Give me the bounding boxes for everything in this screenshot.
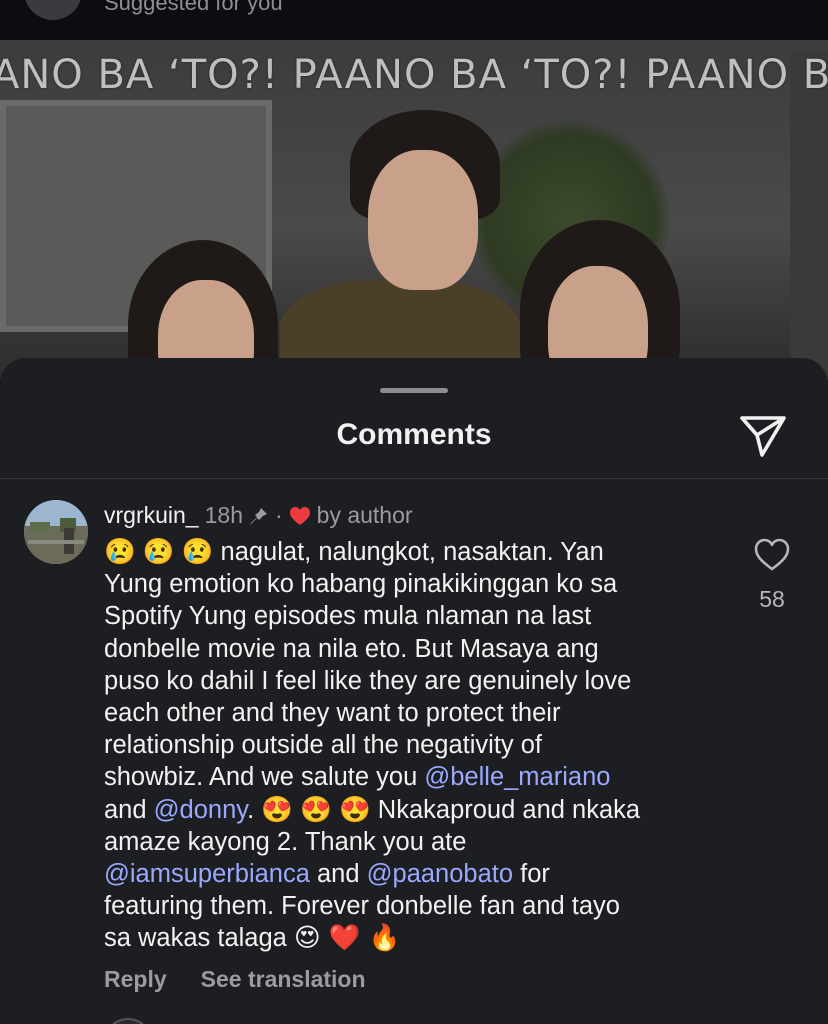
header-divider bbox=[0, 478, 828, 479]
comment-line: showbiz. And we salute you @belle_marian… bbox=[104, 763, 611, 792]
liked-by-author-label: by author bbox=[316, 502, 413, 528]
suggested-label: Suggested for you bbox=[104, 0, 283, 15]
mention-donny[interactable]: @donny bbox=[154, 796, 247, 824]
comment-line: puso ko dahil I feel like they are genui… bbox=[104, 666, 632, 695]
pin-icon bbox=[249, 506, 269, 526]
sheet-drag-handle[interactable] bbox=[380, 388, 448, 393]
mention-paanobato[interactable]: @paanobato bbox=[367, 860, 513, 888]
suggested-strip: Suggested for you bbox=[0, 0, 828, 40]
instagram-reel-comments-screen: Suggested for you ANO BA ‘TO?! PAANO BA … bbox=[0, 0, 828, 1024]
comment-time: 18h bbox=[204, 502, 243, 528]
suggested-avatar[interactable] bbox=[24, 0, 82, 20]
comment-line: each other and they want to protect thei… bbox=[104, 698, 561, 727]
comment-line: featuring them. Forever donbelle fan and… bbox=[104, 892, 620, 921]
comment-actions: Reply See translation bbox=[104, 966, 366, 993]
video-person-right bbox=[520, 220, 690, 380]
comment-line: amaze kayong 2. Thank you ate bbox=[104, 827, 467, 856]
comment-line: Yung emotion ko habang pinakikinggan ko … bbox=[104, 570, 618, 599]
comment-text: 😢 😢 😢 nagulat, nalungkot, nasaktan. Yan … bbox=[104, 536, 724, 954]
comment-line: donbelle movie na nila eto. But Masaya a… bbox=[104, 634, 599, 663]
comment-line: and @donny. 😍 😍 😍 Nkakaproud and nkaka bbox=[104, 795, 641, 824]
see-translation-button[interactable]: See translation bbox=[201, 966, 366, 993]
liked-by-author-heart-icon bbox=[289, 506, 311, 526]
comment-line: relationship outside all the negativity … bbox=[104, 731, 543, 760]
send-icon[interactable] bbox=[738, 413, 788, 459]
like-count: 58 bbox=[759, 586, 785, 612]
video-person-center bbox=[280, 110, 530, 380]
avatar[interactable] bbox=[24, 500, 88, 564]
video-background-panel bbox=[790, 50, 828, 380]
comment-line: Spotify Yung episodes mula nlaman na las… bbox=[104, 602, 592, 631]
comment-username[interactable]: vrgrkuin_ bbox=[104, 502, 199, 529]
comment-line: 😢 😢 😢 nagulat, nalungkot, nasaktan. Yan bbox=[104, 538, 604, 566]
mention-iamsuperbianca[interactable]: @iamsuperbianca bbox=[104, 860, 310, 888]
mention-belle-mariano[interactable]: @belle_mariano bbox=[424, 763, 610, 791]
video-preview[interactable]: ANO BA ‘TO?! PAANO BA ‘TO?! PAANO BA bbox=[0, 40, 828, 380]
reply-button[interactable]: Reply bbox=[104, 966, 167, 993]
next-comment-avatar[interactable] bbox=[104, 1018, 152, 1024]
comment-line: sa wakas talaga 😍 ❤️ 🔥 bbox=[104, 923, 401, 954]
video-banner-text: ANO BA ‘TO?! PAANO BA ‘TO?! PAANO BA bbox=[0, 52, 828, 98]
meta-separator: · bbox=[274, 502, 283, 528]
heart-icon[interactable] bbox=[754, 538, 790, 572]
comment-meta: vrgrkuin_ 18h · by author bbox=[104, 502, 413, 529]
comment-line: @iamsuperbianca and @paanobato for bbox=[104, 859, 550, 888]
sheet-title: Comments bbox=[336, 418, 492, 451]
comments-sheet: Comments vrgrkuin_ 18h · by author 😢 😢 😢… bbox=[0, 358, 828, 1024]
